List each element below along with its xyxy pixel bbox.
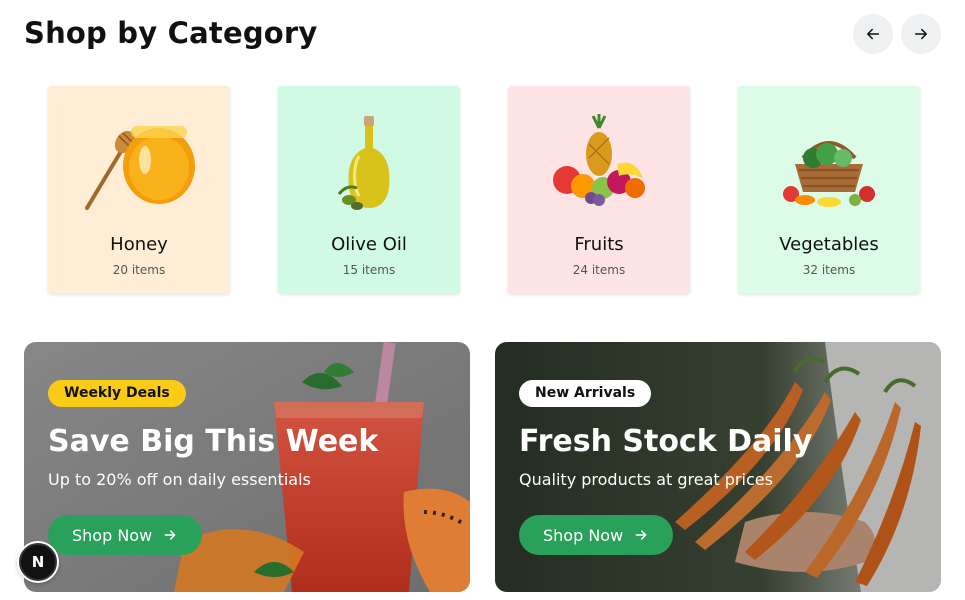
- olive-oil-bottle-icon: [309, 108, 429, 218]
- nextjs-icon[interactable]: N: [19, 543, 57, 581]
- category-name: Vegetables: [779, 234, 879, 255]
- shop-now-label: Shop Now: [543, 525, 624, 545]
- banner-title: Save Big This Week: [48, 424, 379, 459]
- banner-badge: Weekly Deals: [48, 380, 186, 407]
- arrow-right-icon: [164, 530, 176, 540]
- shop-now-label: Shop Now: [72, 525, 153, 545]
- category-count: 24 items: [572, 263, 626, 277]
- shop-now-button[interactable]: Shop Now: [519, 515, 674, 555]
- honey-jar-icon: [79, 108, 199, 218]
- section-title: Shop by Category: [24, 16, 318, 50]
- nextjs-letter: N: [31, 553, 45, 571]
- banner-subtitle: Up to 20% off on daily essentials: [48, 470, 311, 489]
- category-card-honey[interactable]: Honey 20 items: [48, 86, 230, 294]
- category-count: 32 items: [802, 263, 856, 277]
- category-name: Honey: [110, 234, 168, 255]
- arrow-right-icon: [635, 530, 647, 540]
- shop-now-button[interactable]: Shop Now: [48, 515, 203, 555]
- arrow-left-icon: [867, 28, 879, 40]
- arrow-right-icon: [915, 28, 927, 40]
- banner-subtitle: Quality products at great prices: [519, 470, 773, 489]
- category-name: Olive Oil: [331, 234, 407, 255]
- vegetable-basket-icon: [769, 108, 889, 218]
- prev-button[interactable]: [853, 14, 893, 54]
- banner-title: Fresh Stock Daily: [519, 424, 813, 459]
- banner-badge: New Arrivals: [519, 380, 652, 407]
- banner-weekly-deals[interactable]: Weekly Deals Save Big This Week Up to 20…: [24, 342, 470, 592]
- category-name: Fruits: [574, 234, 624, 255]
- category-card-vegetables[interactable]: Vegetables 32 items: [738, 86, 920, 294]
- fruit-basket-icon: [539, 108, 659, 218]
- next-button[interactable]: [901, 14, 941, 54]
- banner-new-arrivals[interactable]: New Arrivals Fresh Stock Daily Quality p…: [495, 342, 941, 592]
- category-card-fruits[interactable]: Fruits 24 items: [508, 86, 690, 294]
- category-count: 20 items: [112, 263, 166, 277]
- category-count: 15 items: [342, 263, 396, 277]
- category-card-olive-oil[interactable]: Olive Oil 15 items: [278, 86, 460, 294]
